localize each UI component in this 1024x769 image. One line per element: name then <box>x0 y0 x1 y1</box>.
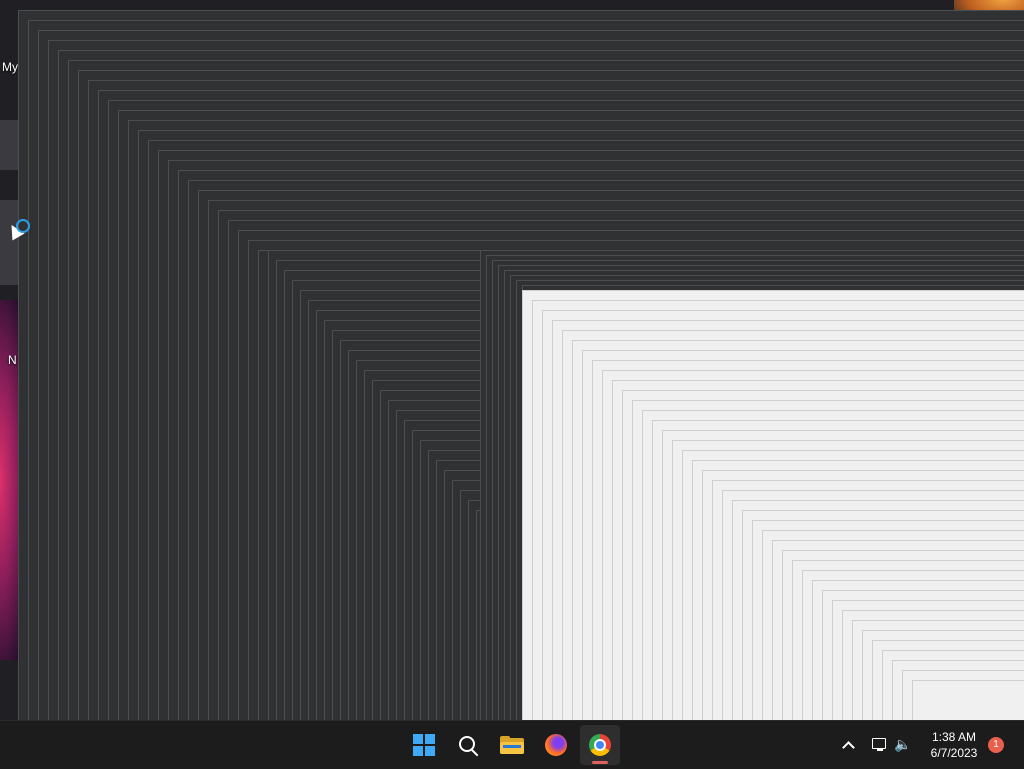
chrome-icon <box>589 734 611 756</box>
active-app-indicator <box>592 761 608 764</box>
desktop-icon-label: My <box>2 60 18 74</box>
volume-icon: 🔈 <box>894 737 912 753</box>
busy-cursor-icon <box>16 219 30 233</box>
clock-date: 6/7/2023 <box>930 746 978 760</box>
window-ghost <box>912 680 1024 720</box>
network-button[interactable] <box>870 721 890 769</box>
show-hidden-icons-button[interactable] <box>836 721 860 769</box>
folder-icon <box>500 736 524 754</box>
desktop-icon-tile[interactable] <box>0 200 20 285</box>
search-button[interactable] <box>448 725 488 765</box>
volume-button[interactable]: 🔈 <box>892 721 914 769</box>
firefox-button[interactable] <box>536 725 576 765</box>
desktop: My N <box>0 0 1024 720</box>
clock[interactable]: 1:38 AM 6/7/2023 <box>922 721 986 769</box>
file-explorer-button[interactable] <box>492 725 532 765</box>
chrome-button[interactable] <box>580 725 620 765</box>
notification-badge[interactable]: 1 <box>988 737 1004 753</box>
chevron-up-icon <box>841 740 855 754</box>
firefox-icon <box>545 734 567 756</box>
desktop-icon-label: N <box>8 353 17 367</box>
start-button[interactable] <box>404 725 444 765</box>
clock-time: 1:38 AM <box>931 730 977 744</box>
desktop-icon-tile[interactable] <box>0 120 20 170</box>
windows-logo-icon <box>413 734 435 756</box>
search-icon <box>459 736 479 757</box>
taskbar: 🔈 1:38 AM 6/7/2023 1 <box>0 720 1024 769</box>
network-icon <box>872 738 888 752</box>
